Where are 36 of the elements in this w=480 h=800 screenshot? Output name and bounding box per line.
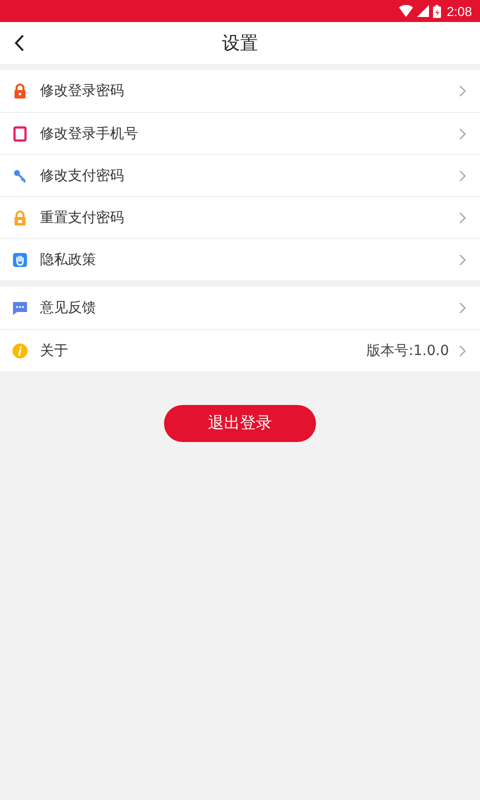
row-label: 意见反馈	[40, 299, 97, 317]
chevron-right-icon	[459, 170, 466, 182]
settings-row[interactable]: 重置支付密码	[0, 196, 480, 238]
row-label: 修改登录密码	[40, 82, 125, 100]
settings-row[interactable]: 修改支付密码	[0, 154, 480, 196]
page-title: 设置	[222, 32, 258, 55]
chevron-right-icon	[459, 344, 466, 356]
row-label: 关于	[40, 342, 69, 360]
row-label: 修改支付密码	[40, 166, 125, 184]
settings-row[interactable]: 隐私政策	[0, 238, 480, 280]
wifi-icon	[398, 5, 413, 17]
key-icon	[12, 168, 28, 184]
row-label: 修改登录手机号	[40, 124, 139, 142]
lock-icon	[12, 83, 28, 99]
row-label: 重置支付密码	[40, 208, 125, 226]
logout-button[interactable]: 退出登录	[164, 405, 316, 442]
settings-row[interactable]: 关于 版本号:1.0.0	[0, 329, 480, 371]
hand-icon	[12, 252, 28, 268]
back-icon[interactable]	[14, 34, 25, 52]
chevron-right-icon	[459, 254, 466, 266]
tablet-icon	[12, 126, 28, 142]
settings-row[interactable]: 意见反馈	[0, 287, 480, 329]
version-text: 版本号:1.0.0	[366, 342, 449, 360]
chat-icon	[12, 300, 28, 316]
status-time: 2:08	[446, 4, 472, 18]
settings-row[interactable]: 修改登录密码	[0, 70, 480, 112]
lock-icon	[12, 210, 28, 226]
info-icon	[12, 342, 28, 358]
chevron-right-icon	[459, 85, 466, 97]
signal-icon	[416, 5, 429, 17]
settings-row[interactable]: 修改登录手机号	[0, 112, 480, 154]
battery-icon	[432, 4, 441, 18]
chevron-right-icon	[459, 212, 466, 224]
chevron-right-icon	[459, 128, 466, 140]
chevron-right-icon	[459, 302, 466, 314]
row-label: 隐私政策	[40, 250, 97, 268]
